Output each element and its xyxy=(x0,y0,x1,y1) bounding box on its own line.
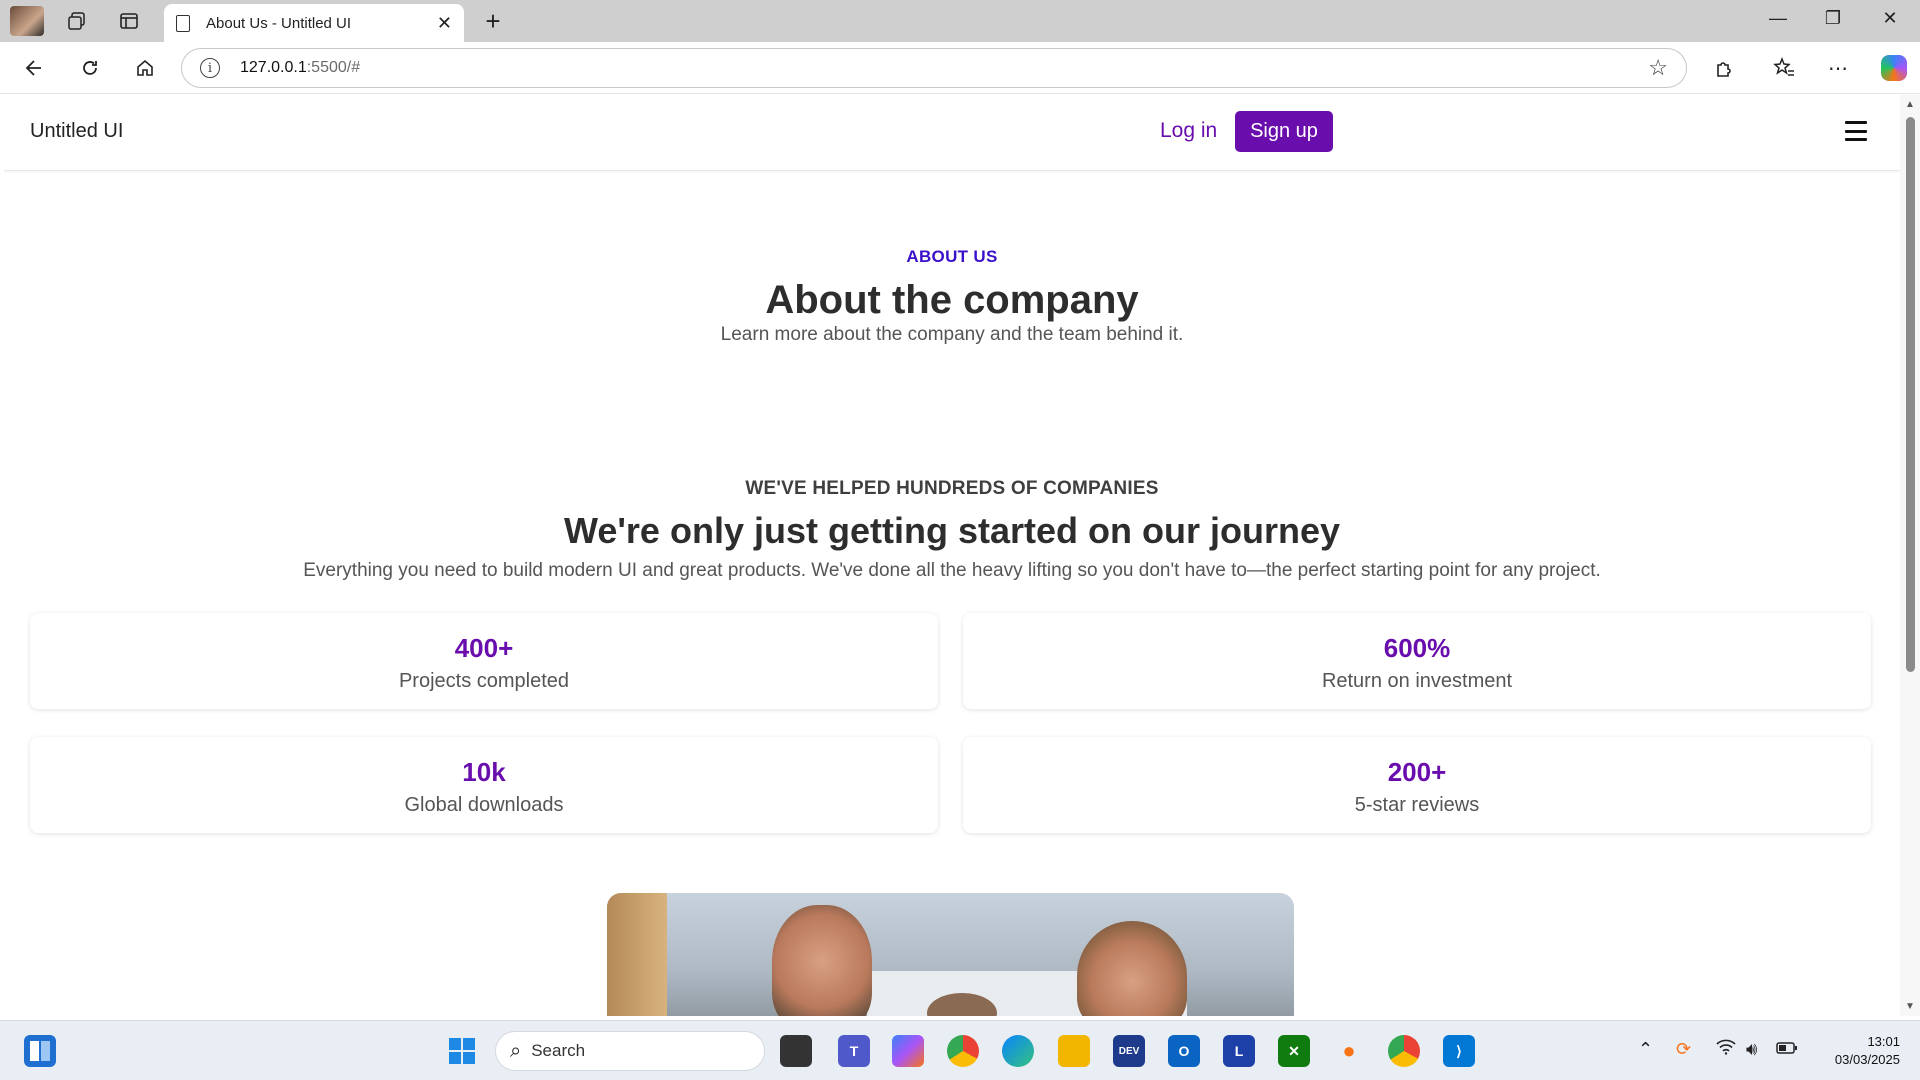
chrome-icon[interactable] xyxy=(947,1035,979,1067)
address-bar[interactable]: i 127.0.0.1:5500/# ☆ xyxy=(181,48,1687,88)
stats-eyebrow: WE'VE HELPED HUNDREDS OF COMPANIES xyxy=(745,478,1159,499)
clock-time: 13:01 xyxy=(1867,1034,1900,1049)
stat-value: 600% xyxy=(1383,633,1451,663)
copilot-icon[interactable] xyxy=(1881,55,1907,81)
menu-icon[interactable] xyxy=(1845,121,1867,141)
scroll-up-icon[interactable]: ▲ xyxy=(1905,99,1915,110)
system-clock[interactable]: 13:01 03/03/2025 xyxy=(1812,1033,1900,1069)
close-window-icon[interactable]: ✕ xyxy=(1870,8,1910,29)
url-path: :5500/# xyxy=(306,59,361,76)
stat-card: 10k Global downloads xyxy=(30,737,938,833)
volume-icon[interactable]: 🔊︎ xyxy=(1746,1039,1757,1060)
stats-subtitle: Everything you need to build modern UI a… xyxy=(303,560,1601,581)
workspaces-icon[interactable] xyxy=(62,6,92,36)
stat-label: Projects completed xyxy=(398,670,570,692)
scroll-down-icon[interactable]: ▼ xyxy=(1905,1001,1915,1012)
chrome-profile-icon[interactable] xyxy=(1388,1035,1420,1067)
stat-value: 10k xyxy=(462,757,506,787)
close-tab-icon[interactable]: ✕ xyxy=(437,13,452,34)
login-link[interactable]: Log in xyxy=(1160,119,1217,143)
profile-avatar[interactable] xyxy=(10,6,44,36)
about-eyebrow: ABOUT US xyxy=(906,247,998,266)
xbox-icon[interactable]: ✕ xyxy=(1278,1035,1310,1067)
stat-value: 200+ xyxy=(1387,757,1447,787)
show-hidden-icons[interactable]: ⌃ xyxy=(1638,1039,1653,1060)
extensions-icon[interactable] xyxy=(1708,52,1742,84)
sync-icon[interactable]: ⟳ xyxy=(1676,1039,1691,1060)
stat-value: 400+ xyxy=(454,633,514,663)
page-subtitle: Learn more about the company and the tea… xyxy=(720,324,1184,345)
page-viewport: Untitled UI Log in Sign up ABOUT US Abou… xyxy=(4,95,1900,1016)
favorite-star-icon[interactable]: ☆ xyxy=(1648,55,1668,81)
stat-label: Return on investment xyxy=(1321,670,1513,692)
widgets-icon[interactable] xyxy=(24,1035,56,1067)
stat-card: 200+ 5-star reviews xyxy=(963,737,1871,833)
page-scrollbar[interactable]: ▲ ▼ xyxy=(1900,95,1920,1016)
stat-label: 5-star reviews xyxy=(1354,794,1480,816)
refresh-icon[interactable] xyxy=(74,52,106,84)
browser-tab-bar: About Us - Untitled UI ✕ + — ❐ ✕ xyxy=(0,0,1920,42)
start-icon[interactable] xyxy=(446,1035,478,1067)
more-options-icon[interactable]: ⋯ xyxy=(1821,52,1855,84)
scrollbar-thumb[interactable] xyxy=(1906,117,1915,672)
home-icon[interactable] xyxy=(129,52,161,84)
outlook-icon[interactable]: O xyxy=(1168,1035,1200,1067)
page-title: About the company xyxy=(765,278,1139,322)
recorder-icon[interactable]: ● xyxy=(1333,1035,1365,1067)
site-header: Untitled UI Log in Sign up xyxy=(4,95,1900,171)
dev-app-icon[interactable]: DEV xyxy=(1113,1035,1145,1067)
battery-icon[interactable] xyxy=(1776,1039,1798,1060)
wifi-icon[interactable] xyxy=(1716,1039,1736,1060)
restore-icon[interactable]: ❐ xyxy=(1813,8,1853,29)
teams-icon[interactable]: T xyxy=(838,1035,870,1067)
brand-logo[interactable]: Untitled UI xyxy=(30,120,123,143)
copilot-app-icon[interactable] xyxy=(892,1035,924,1067)
stat-card: 400+ Projects completed xyxy=(30,613,938,709)
tab-actions-icon[interactable] xyxy=(114,6,144,36)
site-info-icon[interactable]: i xyxy=(200,58,220,78)
windows-taskbar: ⌕ Search T DEV O L ✕ ● ⟩ ⌃ ⟳ 🔊︎ 13:01 03… xyxy=(0,1020,1920,1080)
search-label: Search xyxy=(531,1041,586,1060)
file-explorer-icon[interactable] xyxy=(1058,1035,1090,1067)
back-icon[interactable] xyxy=(18,52,50,84)
browser-toolbar: i 127.0.0.1:5500/# ☆ ⋯ xyxy=(0,42,1920,94)
new-tab-icon[interactable]: + xyxy=(478,6,508,37)
signup-button[interactable]: Sign up xyxy=(1235,111,1333,152)
l-app-icon[interactable]: L xyxy=(1223,1035,1255,1067)
tab-active[interactable]: About Us - Untitled UI ✕ xyxy=(164,4,464,42)
favorites-icon[interactable] xyxy=(1767,52,1801,84)
taskbar-search[interactable]: ⌕ Search xyxy=(495,1031,765,1071)
edge-icon[interactable] xyxy=(1002,1035,1034,1067)
team-photo xyxy=(607,893,1294,1016)
page-icon xyxy=(176,14,190,32)
stat-label: Global downloads xyxy=(404,794,564,816)
stat-card: 600% Return on investment xyxy=(963,613,1871,709)
tab-title: About Us - Untitled UI xyxy=(206,14,352,32)
search-icon: ⌕ xyxy=(510,1039,522,1062)
stats-title: We're only just getting started on our j… xyxy=(564,510,1340,551)
url-host: 127.0.0.1 xyxy=(240,59,307,76)
clock-date: 03/03/2025 xyxy=(1834,1052,1900,1067)
vscode-icon[interactable]: ⟩ xyxy=(1443,1035,1475,1067)
task-view-icon[interactable] xyxy=(780,1035,812,1067)
minimize-icon[interactable]: — xyxy=(1758,8,1798,29)
